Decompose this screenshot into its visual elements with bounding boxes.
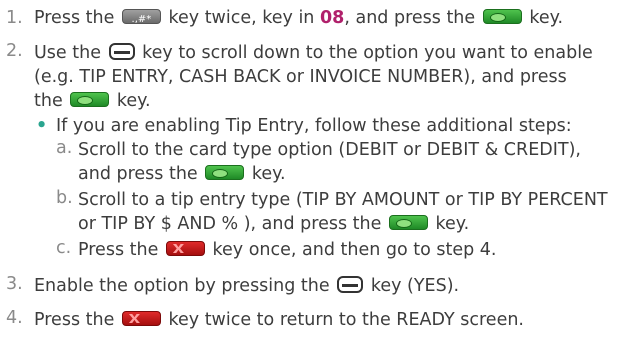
step-2-line-1: Use the key to scroll down to the option… <box>34 41 593 65</box>
step-number: 3. <box>6 274 23 294</box>
step-text: key. <box>435 214 470 234</box>
step-text: key. <box>251 164 286 184</box>
green-enter-key-icon <box>70 92 110 107</box>
step-text: key (YES). <box>370 276 460 296</box>
step-text: key once, and then go to step 4. <box>212 240 497 260</box>
sub-step-c: Press the key once, and then go to step … <box>78 238 497 262</box>
hash-key-icon <box>121 8 161 32</box>
step-number: 2. <box>6 41 23 61</box>
sub-step-b-line-1: Scroll to a tip entry type (TIP BY AMOUN… <box>78 190 608 210</box>
red-cancel-key-icon <box>165 241 205 256</box>
sub-step-a-line-2: and press the key. <box>78 162 286 186</box>
step-text: the <box>34 91 63 111</box>
step-text: key. <box>116 91 151 111</box>
step-text: Use the <box>34 43 101 63</box>
green-enter-key-icon <box>388 215 428 230</box>
step-text: Enable the option by pressing the <box>34 276 330 296</box>
bullet-icon: • <box>36 116 48 136</box>
instruction-document: 1. Press the key twice, key in 08, and p… <box>0 0 638 344</box>
step-number: 4. <box>6 308 23 328</box>
bullet-text: If you are enabling Tip Entry, follow th… <box>56 116 572 136</box>
step-text: Press the <box>34 310 115 330</box>
step-2-line-2: (e.g. TIP ENTRY, CASH BACK or INVOICE NU… <box>34 67 567 87</box>
step-text: or TIP BY $ AND % ), and press the <box>78 214 382 234</box>
step-text: Press the <box>78 240 159 260</box>
sub-step-b-line-2: or TIP BY $ AND % ), and press the key. <box>78 212 469 236</box>
sub-step-a-line-1: Scroll to the card type option (DEBIT or… <box>78 140 581 160</box>
step-text: key twice, key in <box>168 8 315 28</box>
step-text: key. <box>529 8 564 28</box>
step-text: Press the <box>34 8 115 28</box>
scroll-key-icon <box>337 276 364 293</box>
step-4: Press the key twice to return to the REA… <box>34 308 524 332</box>
step-3: Enable the option by pressing the key (Y… <box>34 274 459 298</box>
scroll-key-icon <box>108 43 135 60</box>
step-text: key twice to return to the READY screen. <box>168 310 525 330</box>
step-text: key to scroll down to the option you wan… <box>142 43 593 63</box>
step-1: Press the key twice, key in 08, and pres… <box>34 6 564 32</box>
step-text: , and press the <box>344 8 476 28</box>
green-enter-key-icon <box>482 9 522 24</box>
sub-step-letter: c. <box>56 238 72 258</box>
red-cancel-key-icon <box>121 311 161 326</box>
green-enter-key-icon <box>205 165 245 180</box>
sub-step-letter: a. <box>56 138 73 158</box>
sub-step-letter: b. <box>56 188 73 208</box>
key-code: 08 <box>319 8 345 28</box>
step-2-line-3: the key. <box>34 89 151 113</box>
step-number: 1. <box>6 8 23 28</box>
step-text: and press the <box>78 164 198 184</box>
